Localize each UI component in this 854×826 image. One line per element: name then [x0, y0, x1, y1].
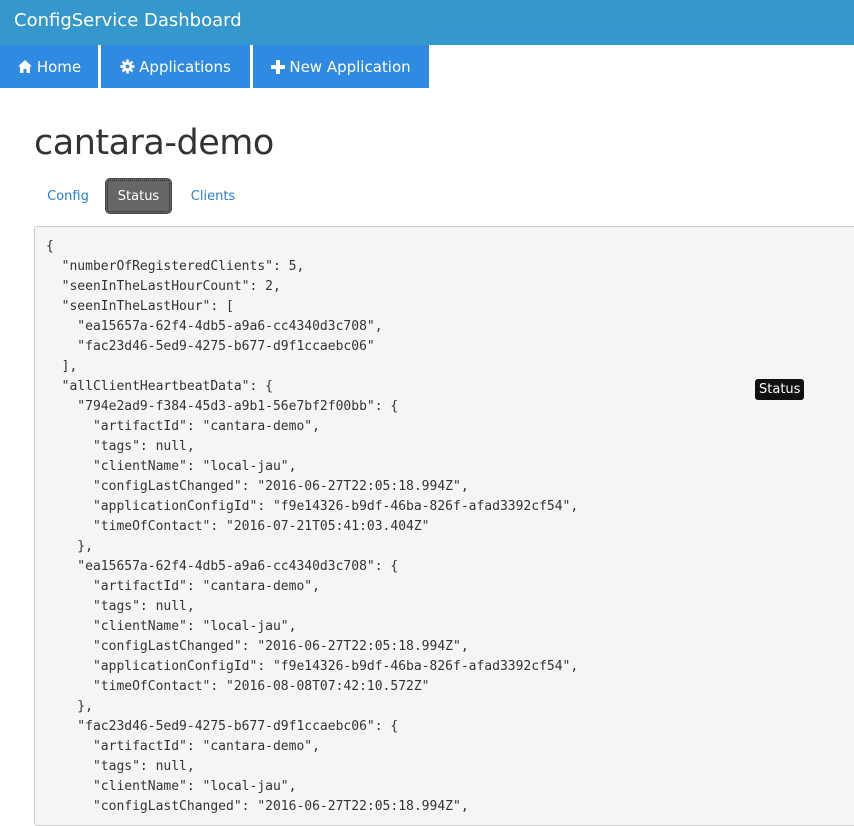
plus-icon: [271, 59, 286, 74]
status-tooltip: Status: [755, 379, 805, 400]
status-json-text: { "numberOfRegisteredClients": 5, "seenI…: [46, 239, 579, 814]
nav-new-application-button[interactable]: New Application: [253, 45, 429, 88]
tab-status[interactable]: Status: [105, 178, 172, 214]
brand-title[interactable]: ConfigService Dashboard: [14, 10, 242, 31]
nav-applications-label: Applications: [139, 57, 231, 76]
top-header-bar: ConfigService Dashboard: [0, 0, 854, 45]
home-icon: [17, 60, 32, 73]
nav-new-application-label: New Application: [289, 57, 411, 76]
tab-config[interactable]: Config: [34, 178, 102, 214]
status-json-panel[interactable]: { "numberOfRegisteredClients": 5, "seenI…: [34, 226, 854, 826]
nav-applications-button[interactable]: Applications: [101, 45, 250, 88]
gear-icon: [120, 59, 135, 74]
nav-home-button[interactable]: Home: [0, 45, 98, 88]
tab-clients[interactable]: Clients: [178, 178, 248, 214]
nav-home-label: Home: [36, 57, 82, 76]
page-title: cantara-demo: [34, 123, 274, 163]
